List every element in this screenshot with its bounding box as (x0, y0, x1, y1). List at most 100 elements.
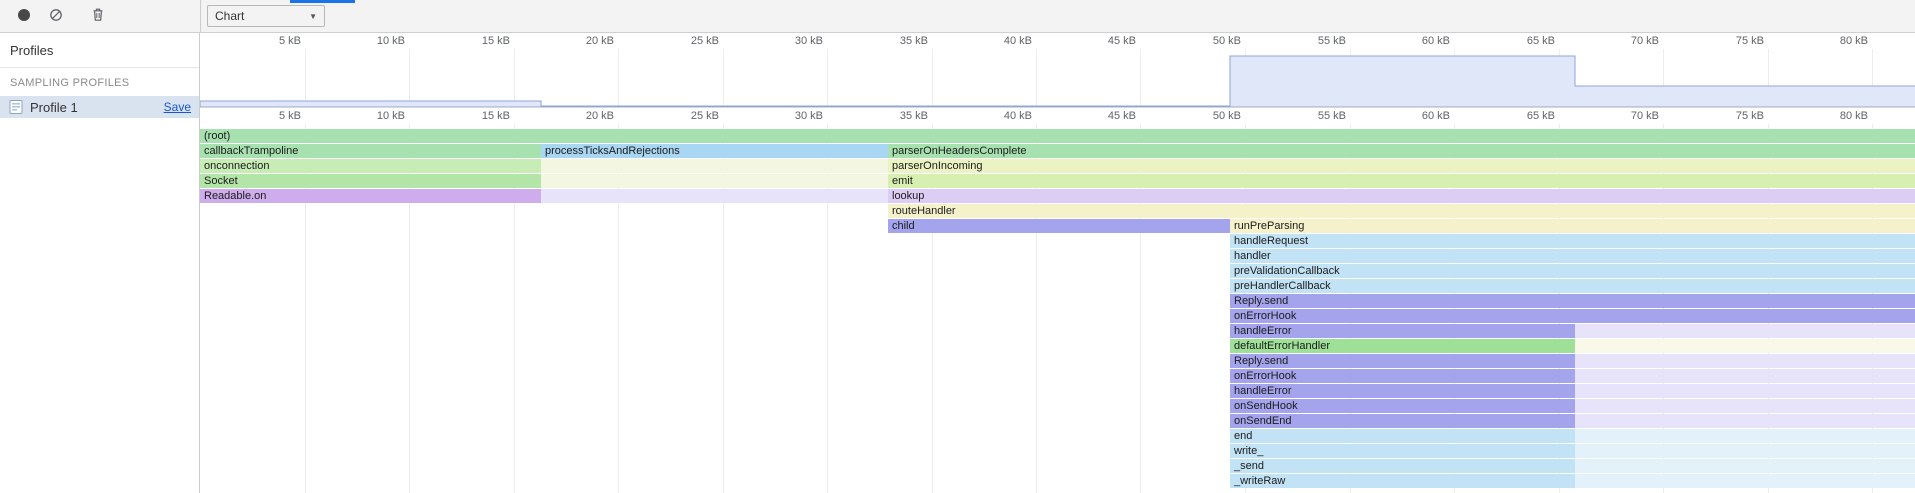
ruler-tick-label: 45 kB (1078, 35, 1136, 47)
flame-bar-faded[interactable] (1575, 414, 1915, 428)
view-mode-select[interactable]: Chart ▼ (207, 5, 325, 27)
flame-bar[interactable]: onconnection (200, 159, 541, 173)
profiles-sidebar: Profiles SAMPLING PROFILES Profile 1 Sav… (0, 33, 200, 493)
flame-bar-faded[interactable] (541, 174, 888, 188)
overview-ruler: 5 kB 10 kB 15 kB 20 kB 25 kB 30 kB 35 kB 40 kB 4… (200, 33, 1915, 49)
ruler-tick-label: 15 kB (452, 110, 510, 122)
flame-bar-faded[interactable] (1575, 369, 1915, 383)
ruler-tick-label: 35 kB (870, 110, 928, 122)
sampling-profiles-section-header: SAMPLING PROFILES (0, 68, 199, 96)
flame-bar-faded[interactable] (1575, 384, 1915, 398)
devtools-memory-panel: Chart ▼ Profiles SAMPLING PROFILES Profi… (0, 0, 1915, 493)
overview-graph[interactable] (200, 49, 1915, 108)
flame-rows: (root)callbackTrampolineprocessTicksAndR… (200, 124, 1915, 493)
flame-bar[interactable]: Socket (200, 174, 541, 188)
ruler-tick-label: 45 kB (1078, 110, 1136, 122)
profile-name: Profile 1 (30, 100, 164, 115)
view-mode-value: Chart (215, 9, 244, 23)
chart-toolbar: Chart ▼ (201, 0, 325, 32)
flame-bar-faded[interactable] (1575, 429, 1915, 443)
flame-bar-faded[interactable] (541, 159, 888, 173)
profile-toolbar (0, 0, 200, 32)
flame-bar[interactable]: emit (888, 174, 1915, 188)
flame-bar[interactable]: onSendEnd (1230, 414, 1575, 428)
record-button[interactable] (10, 3, 38, 29)
flame-bar[interactable]: Reply.send (1230, 294, 1915, 308)
flame-bar[interactable]: write_ (1230, 444, 1575, 458)
flame-bar[interactable]: callbackTrampoline (200, 144, 541, 158)
flame-bar[interactable]: handler (1230, 249, 1915, 263)
flame-bar-faded[interactable] (1575, 354, 1915, 368)
sidebar-title: Profiles (0, 33, 199, 68)
flame-bar[interactable]: onErrorHook (1230, 369, 1575, 383)
overview-area-chart (200, 49, 1915, 107)
flame-bar[interactable]: parserOnIncoming (888, 159, 1915, 173)
flame-bar[interactable]: onErrorHook (1230, 309, 1915, 323)
flame-bar[interactable]: _writeRaw (1230, 474, 1575, 488)
flame-bar[interactable]: handleError (1230, 384, 1575, 398)
clear-all-button[interactable] (42, 3, 70, 29)
delete-profile-button[interactable] (84, 3, 112, 29)
profile-document-icon (8, 99, 24, 115)
flame-bar[interactable]: preValidationCallback (1230, 264, 1915, 278)
ruler-tick-label: 50 kB (1183, 35, 1241, 47)
flame-bar[interactable]: handleError (1230, 324, 1575, 338)
ruler-tick-label: 50 kB (1183, 110, 1241, 122)
ruler-tick-label: 10 kB (347, 110, 405, 122)
clear-icon (49, 8, 63, 25)
flame-bar[interactable]: Reply.send (1230, 354, 1575, 368)
panel-content: Profiles SAMPLING PROFILES Profile 1 Sav… (0, 33, 1915, 493)
ruler-tick-label: 55 kB (1288, 110, 1346, 122)
ruler-tick-label: 35 kB (870, 35, 928, 47)
flame-bar[interactable]: runPreParsing (1230, 219, 1915, 233)
ruler-tick-label: 80 kB (1810, 35, 1868, 47)
flame-bar-faded[interactable] (1575, 474, 1915, 488)
flame-bar[interactable]: (root) (200, 129, 1915, 143)
flame-bar[interactable]: routeHandler (888, 204, 1915, 218)
chart-ruler: 5 kB10 kB15 kB20 kB25 kB30 kB35 kB40 kB4… (200, 108, 1915, 124)
ruler-tick-label: 20 kB (556, 110, 614, 122)
ruler-tick-label: 65 kB (1497, 110, 1555, 122)
flame-bar[interactable]: end (1230, 429, 1575, 443)
flame-bar[interactable]: _send (1230, 459, 1575, 473)
flame-bar-faded[interactable] (541, 189, 888, 203)
ruler-tick-label: 40 kB (974, 35, 1032, 47)
ruler-tick-label: 5 kB (243, 110, 301, 122)
ruler-tick-label: 15 kB (452, 35, 510, 47)
ruler-tick-label: 55 kB (1288, 35, 1346, 47)
ruler-tick-label: 5 kB (243, 35, 301, 47)
flame-bar[interactable]: onSendHook (1230, 399, 1575, 413)
ruler-tick-label: 75 kB (1706, 35, 1764, 47)
flame-bar[interactable]: lookup (888, 189, 1915, 203)
chevron-down-icon: ▼ (309, 12, 317, 21)
flame-bar-faded[interactable] (1575, 399, 1915, 413)
flame-bar[interactable]: preHandlerCallback (1230, 279, 1915, 293)
ruler-tick-label: 20 kB (556, 35, 614, 47)
flame-bar[interactable]: Readable.on (200, 189, 541, 203)
flame-bar[interactable]: processTicksAndRejections (541, 144, 888, 158)
flame-bar-faded[interactable] (1575, 459, 1915, 473)
flame-bar[interactable]: handleRequest (1230, 234, 1915, 248)
ruler-tick-label: 70 kB (1601, 110, 1659, 122)
ruler-tick-label: 65 kB (1497, 35, 1555, 47)
flame-bar[interactable]: defaultErrorHandler (1230, 339, 1575, 353)
ruler-tick-label: 30 kB (765, 35, 823, 47)
flame-chart: 5 kB 10 kB 15 kB 20 kB 25 kB 30 kB 35 kB 40 kB 4… (200, 33, 1915, 493)
profile-item-profile-1[interactable]: Profile 1 Save (0, 96, 199, 118)
active-tab-indicator (290, 0, 355, 3)
main-toolbar: Chart ▼ (0, 0, 1915, 33)
ruler-tick-label: 10 kB (347, 35, 405, 47)
flame-bar[interactable]: parserOnHeadersComplete (888, 144, 1915, 158)
flame-bar-faded[interactable] (1575, 339, 1915, 353)
ruler-tick-label: 75 kB (1706, 110, 1764, 122)
ruler-tick-label: 25 kB (661, 110, 719, 122)
save-link[interactable]: Save (164, 100, 191, 114)
flame-bar-faded[interactable] (1575, 444, 1915, 458)
ruler-tick-label: 60 kB (1392, 110, 1450, 122)
ruler-tick-label: 60 kB (1392, 35, 1450, 47)
trash-icon (91, 7, 105, 25)
ruler-tick-label: 40 kB (974, 110, 1032, 122)
flame-bar-faded[interactable] (1575, 324, 1915, 338)
flame-bar[interactable]: child (888, 219, 1230, 233)
ruler-tick-label: 25 kB (661, 35, 719, 47)
